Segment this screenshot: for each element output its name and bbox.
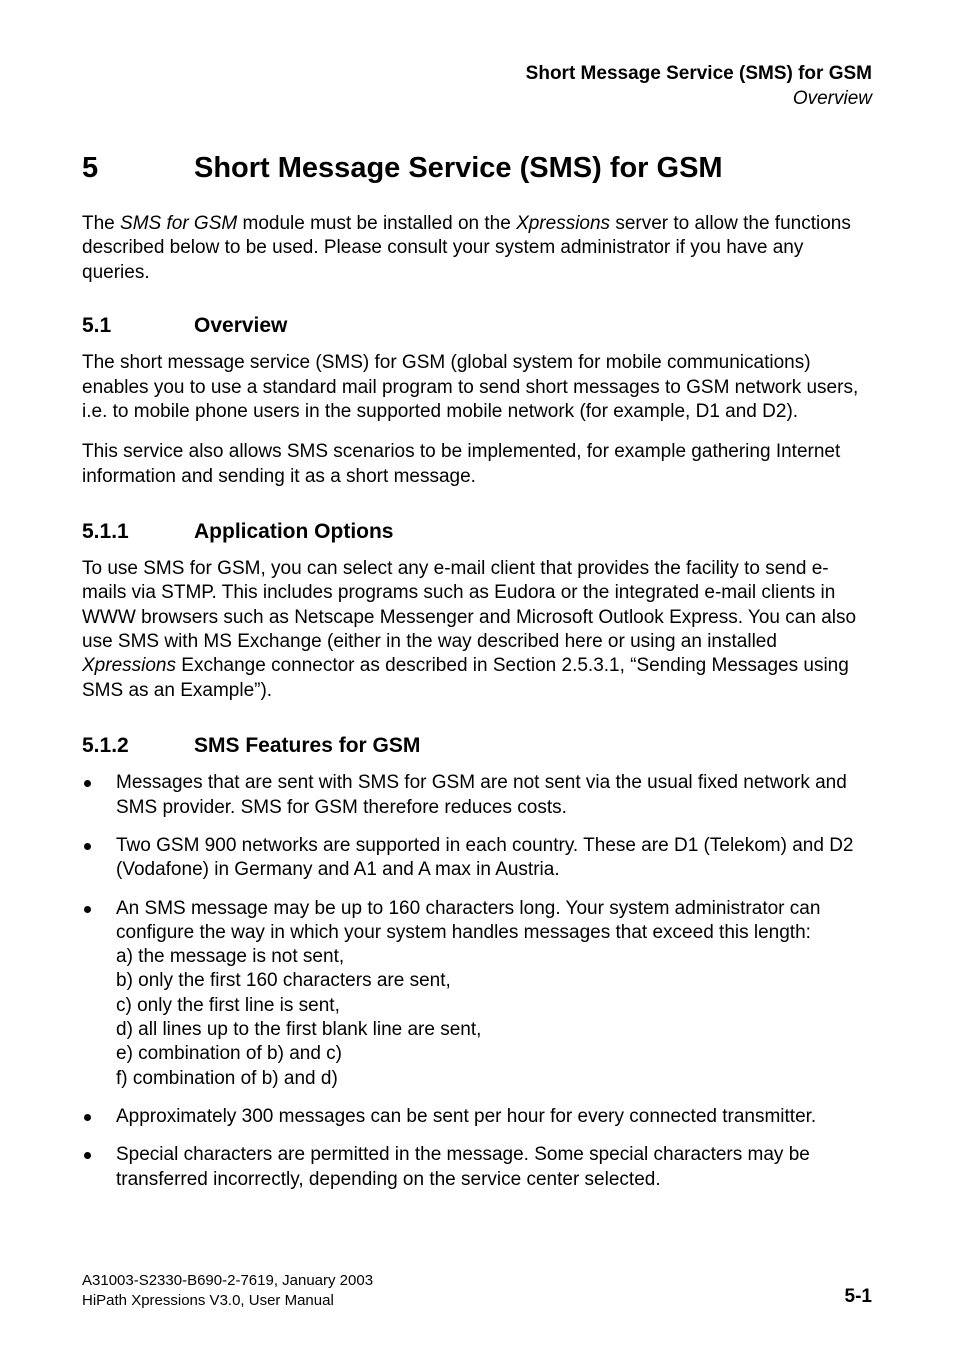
list-item: Two GSM 900 networks are supported in ea… [82,834,872,883]
text: Exchange connector as described in Secti… [82,655,849,700]
italic-text: Xpressions [82,655,176,676]
chapter-title: Short Message Service (SMS) for GSM [194,152,723,184]
subsection-title: Application Options [194,520,394,543]
subsection-number: 5.1.1 [82,519,194,545]
chapter-number: 5 [82,151,194,186]
page-footer: A31003-S2330-B690-2-7619, January 2003 H… [82,1271,872,1310]
running-head-title: Short Message Service (SMS) for GSM [82,62,872,87]
list-item-line: b) only the first 160 characters are sen… [116,969,872,993]
list-item: Messages that are sent with SMS for GSM … [82,771,872,820]
list-item-line: Special characters are permitted in the … [116,1143,872,1192]
list-item-line: a) the message is not sent, [116,945,872,969]
text: module must be installed on the [237,213,516,234]
subsection-title: SMS Features for GSM [194,734,420,757]
footer-line2: HiPath Xpressions V3.0, User Manual [82,1292,334,1309]
list-item: An SMS message may be up to 160 characte… [82,897,872,1092]
section-title: Overview [194,314,287,337]
list-item-line: f) combination of b) and d) [116,1067,872,1091]
chapter-heading: 5Short Message Service (SMS) for GSM [82,151,872,186]
feature-list: Messages that are sent with SMS for GSM … [82,771,872,1192]
subsection-number: 5.1.2 [82,733,194,759]
italic-text: Xpressions [516,213,610,234]
subsection-heading-5-1-2: 5.1.2SMS Features for GSM [82,733,872,759]
list-item: Special characters are permitted in the … [82,1143,872,1192]
list-item-line: e) combination of b) and c) [116,1042,872,1066]
text: To use SMS for GSM, you can select any e… [82,558,856,652]
list-item-line: Two GSM 900 networks are supported in ea… [116,834,872,883]
list-item-line: c) only the first line is sent, [116,994,872,1018]
list-item-line: d) all lines up to the first blank line … [116,1018,872,1042]
running-head: Short Message Service (SMS) for GSM Over… [82,62,872,111]
list-item-line: An SMS message may be up to 160 characte… [116,897,872,946]
section-number: 5.1 [82,313,194,339]
footer-line1: A31003-S2330-B690-2-7619, January 2003 [82,1272,373,1289]
subsection-heading-5-1-1: 5.1.1Application Options [82,519,872,545]
page-number: 5-1 [845,1285,872,1310]
list-item-line: Approximately 300 messages can be sent p… [116,1105,872,1129]
section-heading-5-1: 5.1Overview [82,313,872,339]
footer-left: A31003-S2330-B690-2-7619, January 2003 H… [82,1271,373,1310]
italic-text: SMS for GSM [120,213,237,234]
page: Short Message Service (SMS) for GSM Over… [0,0,954,1352]
body-paragraph: This service also allows SMS scenarios t… [82,440,872,489]
body-paragraph: To use SMS for GSM, you can select any e… [82,557,872,703]
running-head-sub: Overview [82,87,872,112]
list-item-line: Messages that are sent with SMS for GSM … [116,771,872,820]
text: The [82,213,120,234]
body-paragraph: The short message service (SMS) for GSM … [82,351,872,424]
list-item: Approximately 300 messages can be sent p… [82,1105,872,1129]
intro-paragraph: The SMS for GSM module must be installed… [82,212,872,285]
